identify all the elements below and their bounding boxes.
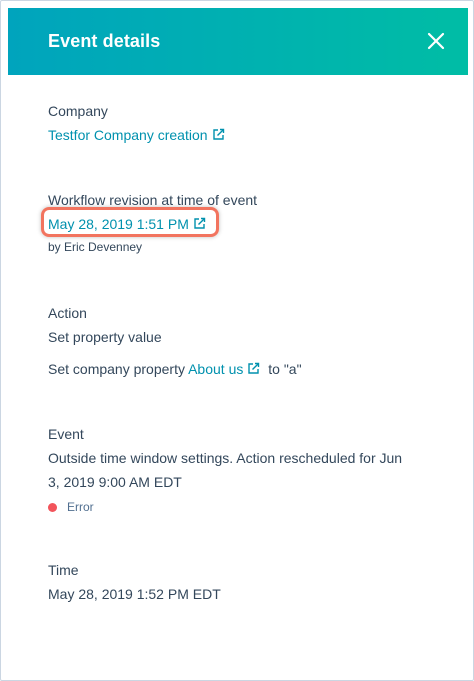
event-status: Error	[48, 498, 453, 516]
action-label: Action	[48, 305, 87, 321]
event-description-line1: Outside time window settings. Action res…	[48, 450, 403, 466]
close-icon[interactable]	[426, 31, 446, 51]
error-status-dot	[48, 502, 57, 512]
property-link[interactable]: About us	[188, 361, 243, 377]
external-link-icon[interactable]	[212, 124, 225, 140]
company-section: Company Testfor Company creation	[48, 101, 453, 147]
action-desc-prefix: Set company property	[48, 361, 185, 377]
time-section: Time May 28, 2019 1:52 PM EDT	[48, 560, 453, 606]
event-description-line2: 3, 2019 9:00 AM EDT	[48, 474, 182, 490]
action-section: Action Set property value Set company pr…	[48, 303, 453, 381]
event-section: Event Outside time window settings. Acti…	[48, 424, 453, 516]
event-details-panel: Event details Company Testfor Company cr…	[0, 0, 474, 681]
highlight-annotation	[41, 207, 219, 237]
status-text: Error	[67, 500, 94, 514]
action-desc-suffix: to "a"	[268, 361, 302, 377]
time-value: May 28, 2019 1:52 PM EDT	[48, 586, 221, 602]
action-description: Set company property About us to "a"	[48, 357, 453, 381]
company-label: Company	[48, 103, 108, 119]
workflow-section: Workflow revision at time of event May 2…	[41, 190, 453, 256]
time-label: Time	[48, 562, 79, 578]
panel-title: Event details	[48, 31, 161, 51]
action-title: Set property value	[48, 329, 162, 345]
revision-author: by Eric Devenney	[48, 240, 143, 254]
company-link[interactable]: Testfor Company creation	[48, 127, 208, 143]
external-link-icon[interactable]	[247, 358, 260, 374]
event-label: Event	[48, 426, 84, 442]
panel-header: Event details	[8, 8, 468, 75]
